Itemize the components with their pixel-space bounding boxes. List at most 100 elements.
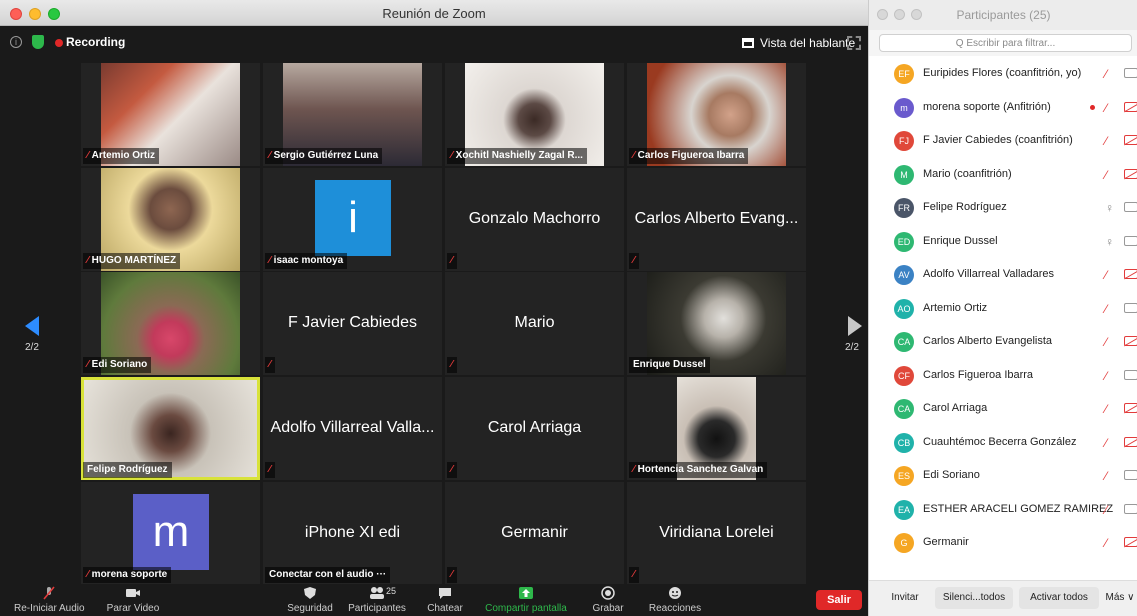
mic-muted-icon[interactable]: ⁄ <box>1105 469 1107 483</box>
mic-muted-icon[interactable]: ⁄ <box>1105 503 1107 517</box>
prev-page-arrow-icon[interactable] <box>25 316 39 336</box>
participant-row[interactable]: FJ F Javier Cabiedes (coanfitrión) ⁄ <box>869 124 1137 158</box>
mic-icon[interactable]: ♀ <box>1105 201 1114 215</box>
participant-row[interactable]: ED Enrique Dussel ♀ <box>869 225 1137 259</box>
participant-row[interactable]: AO Artemio Ortiz ⁄ <box>869 292 1137 326</box>
record-button[interactable]: Grabar <box>586 584 630 616</box>
video-tile[interactable]: iPhone XI edi Conectar con el audio ··· <box>263 482 442 585</box>
participant-name: Adolfo Villarreal Valladares <box>923 268 1055 280</box>
mic-muted-icon[interactable]: ⁄ <box>1105 67 1107 81</box>
video-tile[interactable]: Adolfo Villarreal Valla... ⁄ <box>263 377 442 480</box>
shield-icon <box>304 587 316 599</box>
video-tile[interactable]: ⁄ Artemio Ortiz <box>81 63 260 166</box>
audio-button[interactable]: Re-Iniciar Audio <box>14 584 85 616</box>
tile-name-label: ⁄ morena soporte <box>83 567 172 583</box>
mic-muted-icon[interactable]: ⁄ <box>1105 268 1107 282</box>
participant-row[interactable]: EA ESTHER ARACELI GOMEZ RAMIREZ ⁄ <box>869 493 1137 527</box>
camera-off-icon[interactable] <box>1124 135 1137 145</box>
camera-icon[interactable] <box>1124 470 1137 480</box>
video-tile[interactable]: ⁄ HUGO MARTÍNEZ <box>81 168 260 271</box>
camera-off-icon[interactable] <box>1124 168 1137 179</box>
info-icon[interactable]: i <box>10 36 22 48</box>
participant-row[interactable]: CF Carlos Figueroa Ibarra ⁄ <box>869 359 1137 393</box>
security-button[interactable]: Seguridad <box>282 584 338 616</box>
mic-muted-icon[interactable]: ⁄ <box>1105 101 1107 115</box>
video-tile[interactable]: Enrique Dussel <box>627 272 806 375</box>
camera-icon[interactable] <box>1124 235 1137 246</box>
speaker-view-button[interactable]: Vista del hablante <box>736 33 861 53</box>
participant-row[interactable]: AV Adolfo Villarreal Valladares ⁄ <box>869 258 1137 292</box>
video-tile[interactable]: Carol Arriaga ⁄ <box>445 377 624 480</box>
camera-off-icon[interactable] <box>1124 269 1137 279</box>
video-tile[interactable]: Mario ⁄ <box>445 272 624 375</box>
participant-row[interactable]: M Mario (coanfitrión) ⁄ <box>869 158 1137 192</box>
participant-row[interactable]: m morena soporte (Anfitrión) ⁄ <box>869 91 1137 125</box>
video-tile[interactable]: Gonzalo Machorro ⁄ <box>445 168 624 271</box>
invite-button[interactable]: Invitar <box>885 587 925 609</box>
share-screen-button[interactable]: Compartir pantalla <box>478 584 574 616</box>
shield-icon[interactable] <box>32 35 44 49</box>
participant-name: Mario (coanfitrión) <box>923 167 1012 180</box>
page-indicator-right: 2/2 <box>845 342 859 353</box>
mute-all-button[interactable]: Silenci...todos <box>935 587 1013 609</box>
camera-off-icon[interactable] <box>1124 336 1137 346</box>
mic-muted-icon: ⁄ <box>269 150 271 161</box>
video-tile[interactable]: ⁄ Sergio Gutiérrez Luna <box>263 63 442 166</box>
participant-avatar: CA <box>894 399 914 419</box>
camera-icon[interactable] <box>1124 68 1137 78</box>
more-button[interactable]: Más ∨ <box>1103 587 1137 609</box>
mic-muted-icon[interactable]: ⁄ <box>1105 335 1107 349</box>
fullscreen-icon[interactable] <box>847 36 861 50</box>
video-tile[interactable]: ⁄ Carlos Figueroa Ibarra <box>627 63 806 166</box>
mic-muted-icon[interactable]: ⁄ <box>1105 436 1107 450</box>
participant-search-input[interactable]: Q Escribir para filtrar... <box>879 34 1132 52</box>
camera-icon[interactable] <box>1124 302 1137 313</box>
chat-button[interactable]: Chatear <box>420 584 470 616</box>
leave-meeting-button[interactable]: Salir <box>816 590 862 610</box>
recording-dot-icon <box>55 39 63 47</box>
video-tile[interactable]: m ⁄ morena soporte <box>81 482 260 585</box>
video-tile[interactable]: ⁄ Xochitl Nashielly Zagal R... <box>445 63 624 166</box>
mic-muted-icon[interactable]: ⁄ <box>1105 369 1107 383</box>
mic-muted-icon[interactable]: ⁄ <box>1105 134 1107 148</box>
video-button[interactable]: Parar Video <box>98 584 168 616</box>
video-tile[interactable]: i ⁄ isaac montoya <box>263 168 442 271</box>
camera-icon[interactable] <box>1124 503 1137 514</box>
camera-off-icon[interactable] <box>1124 436 1137 447</box>
participant-row[interactable]: FR Felipe Rodríguez ♀ <box>869 191 1137 225</box>
mic-muted-icon[interactable]: ⁄ <box>1105 402 1107 416</box>
video-tile[interactable]: ⁄ Hortencia Sanchez Galvan <box>627 377 806 480</box>
camera-off-icon[interactable] <box>1124 101 1137 112</box>
video-tile[interactable]: Germanir ⁄ <box>445 482 624 585</box>
avatar: i <box>315 180 391 256</box>
participant-row[interactable]: CA Carlos Alberto Evangelista ⁄ <box>869 325 1137 359</box>
mic-muted-icon: ⁄ <box>269 359 271 370</box>
mic-muted-icon[interactable]: ⁄ <box>1105 536 1107 550</box>
camera-icon[interactable] <box>1124 202 1137 212</box>
participant-name: Carlos Alberto Evang... <box>634 210 799 227</box>
camera-icon[interactable] <box>1124 369 1137 380</box>
reactions-button[interactable]: Reacciones <box>642 584 708 616</box>
camera-off-icon[interactable] <box>1124 403 1137 413</box>
video-tile[interactable]: ⁄ Edi Soriano <box>81 272 260 375</box>
participants-icon <box>370 587 384 599</box>
mic-muted-icon[interactable]: ⁄ <box>1105 302 1107 316</box>
unmute-all-button[interactable]: Activar todos <box>1019 587 1099 609</box>
next-page-arrow-icon[interactable] <box>848 316 862 336</box>
participant-row[interactable]: ES Edi Soriano ⁄ <box>869 459 1137 493</box>
participant-row[interactable]: G Germanir ⁄ <box>869 526 1137 560</box>
participant-row[interactable]: CA Carol Arriaga ⁄ <box>869 392 1137 426</box>
camera-off-icon[interactable] <box>1124 537 1137 547</box>
participant-row[interactable]: EF Euripides Flores (coanfitrión, yo) ⁄ <box>869 57 1137 91</box>
participant-avatar: CF <box>894 365 914 386</box>
participant-name: Cuauhtémoc Becerra González <box>923 435 1077 448</box>
video-tile[interactable]: Carlos Alberto Evang... ⁄ <box>627 168 806 271</box>
mic-icon[interactable]: ♀ <box>1105 235 1114 249</box>
video-tile[interactable]: Viridiana Lorelei ⁄ <box>627 482 806 585</box>
participant-row[interactable]: CB Cuauhtémoc Becerra González ⁄ <box>869 426 1137 460</box>
video-tile-active-speaker[interactable]: Felipe Rodríguez <box>81 377 260 480</box>
participant-avatar: ES <box>894 466 914 486</box>
video-tile[interactable]: F Javier Cabiedes ⁄ <box>263 272 442 375</box>
mic-muted-icon[interactable]: ⁄ <box>1105 168 1107 182</box>
participants-button[interactable]: 25 Participantes <box>344 584 410 616</box>
